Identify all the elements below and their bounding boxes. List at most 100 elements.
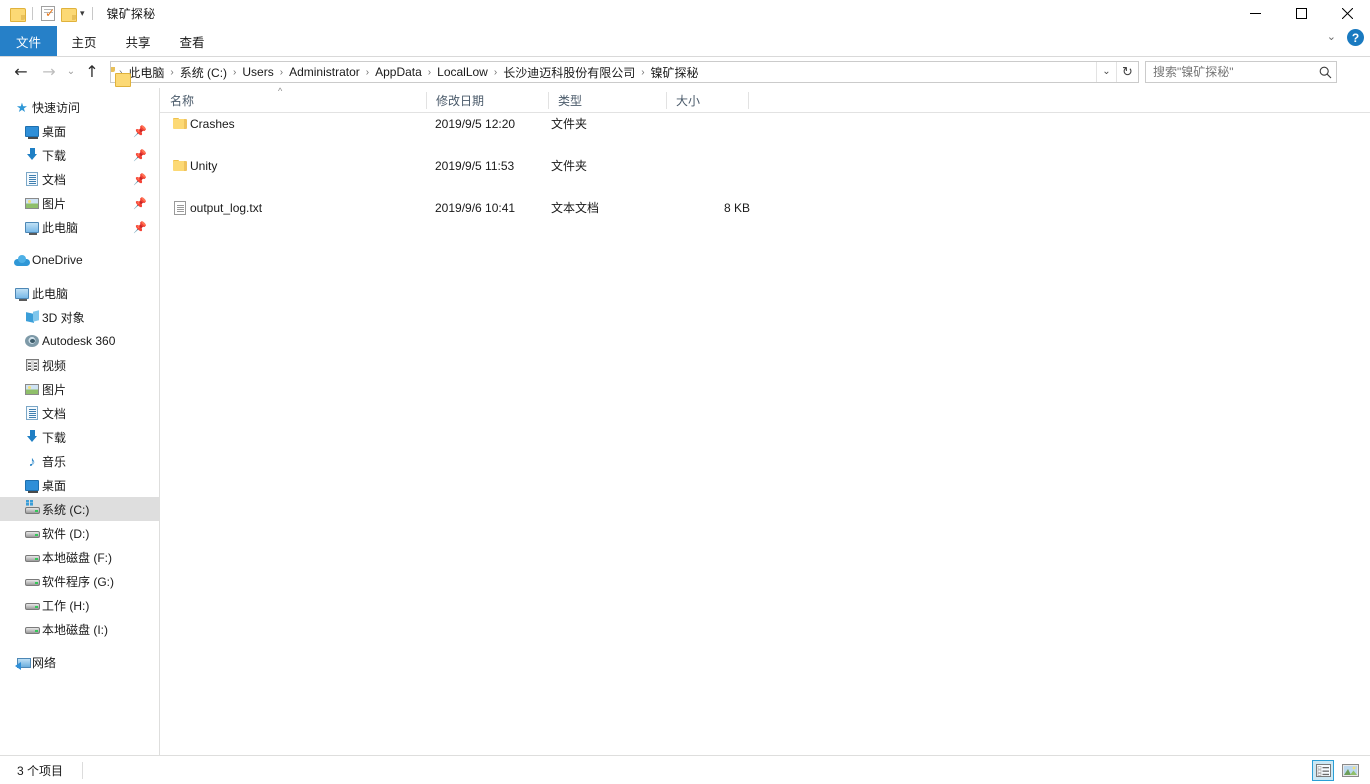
tab-view[interactable]: 查看: [165, 26, 219, 56]
sidebar-group-label: 此电脑: [32, 286, 69, 301]
forward-button[interactable]: →: [35, 58, 63, 86]
explorer-body: ★ 快速访问 桌面 📌 下载 📌 文档 📌 图片 📌 此电脑 📌 OneDriv…: [0, 87, 1370, 755]
chevron-down-icon[interactable]: ▾: [78, 8, 87, 18]
breadcrumb: › 此电脑 › 系统 (C:) › Users › Administrator …: [118, 64, 1096, 81]
navigation-pane[interactable]: ★ 快速访问 桌面 📌 下载 📌 文档 📌 图片 📌 此电脑 📌 OneDriv…: [0, 88, 160, 755]
folder-icon[interactable]: [7, 3, 27, 23]
search-box[interactable]: [1145, 61, 1337, 83]
breadcrumb-item-5[interactable]: LocalLow: [432, 65, 493, 79]
file-rows: Crashes 2019/9/5 12:20 文件夹 Unity 2019/9/…: [160, 113, 1370, 215]
sidebar-item-downloads-pc[interactable]: 下载: [0, 425, 159, 449]
tab-share[interactable]: 共享: [111, 26, 165, 56]
sidebar-item-drive-h[interactable]: 工作 (H:): [0, 593, 159, 617]
new-folder-icon[interactable]: [58, 3, 78, 23]
sidebar-item-pictures-pc[interactable]: 图片: [0, 377, 159, 401]
drive-icon: [22, 624, 42, 634]
pin-icon[interactable]: 📌: [133, 149, 155, 162]
sidebar-item-music[interactable]: ♪ 音乐: [0, 449, 159, 473]
details-view-button[interactable]: [1312, 760, 1334, 781]
file-name-label: Crashes: [190, 116, 235, 131]
column-header-date-modified[interactable]: 修改日期: [426, 88, 548, 112]
sidebar-item-pictures[interactable]: 图片 📌: [0, 191, 159, 215]
chevron-down-icon[interactable]: ⌄: [1096, 62, 1116, 82]
drive-icon: [22, 600, 42, 610]
window-controls: [1232, 0, 1370, 26]
column-header-type[interactable]: 类型: [548, 88, 666, 112]
properties-icon[interactable]: [38, 3, 58, 23]
back-button[interactable]: ←: [7, 58, 35, 86]
pin-icon[interactable]: 📌: [133, 173, 155, 186]
pin-icon[interactable]: 📌: [133, 197, 155, 210]
file-name-cell[interactable]: output_log.txt: [170, 197, 262, 218]
file-list-pane[interactable]: 名称 ^ 修改日期 类型 大小 Crashes 2019/9/5 12:20 文…: [160, 87, 1370, 755]
sidebar-item-drive-d[interactable]: 软件 (D:): [0, 521, 159, 545]
address-bar[interactable]: › 此电脑 › 系统 (C:) › Users › Administrator …: [110, 61, 1139, 83]
pin-icon[interactable]: 📌: [133, 221, 155, 234]
sidebar-item-this-pc-qa[interactable]: 此电脑 📌: [0, 215, 159, 239]
sidebar-item-downloads[interactable]: 下载 📌: [0, 143, 159, 167]
maximize-button[interactable]: [1278, 0, 1324, 26]
sidebar-item-label: 视频: [42, 358, 67, 373]
network-icon: [12, 656, 32, 670]
breadcrumb-item-3[interactable]: Administrator: [284, 65, 365, 79]
sidebar-item-autodesk-360[interactable]: Autodesk 360: [0, 329, 159, 353]
sidebar-item-label: 桌面: [42, 124, 67, 139]
sidebar-item-drive-g[interactable]: 软件程序 (G:): [0, 569, 159, 593]
large-icons-view-button[interactable]: [1339, 760, 1361, 781]
search-icon[interactable]: [1314, 66, 1336, 79]
ribbon-right-controls: ⌄ ?: [1327, 29, 1364, 46]
sidebar-group-quick-access[interactable]: ★ 快速访问: [0, 95, 159, 119]
breadcrumb-item-1[interactable]: 系统 (C:): [175, 64, 232, 81]
sidebar-item-3d-objects[interactable]: 3D 对象: [0, 305, 159, 329]
tab-home[interactable]: 主页: [57, 26, 111, 56]
column-divider-4[interactable]: [748, 92, 749, 109]
search-input[interactable]: [1146, 62, 1314, 82]
tab-file[interactable]: 文件: [0, 26, 58, 56]
breadcrumb-item-2[interactable]: Users: [237, 65, 278, 79]
sidebar-item-desktop[interactable]: 桌面 📌: [0, 119, 159, 143]
sidebar-item-documents[interactable]: 文档 📌: [0, 167, 159, 191]
column-header-size[interactable]: 大小: [666, 88, 748, 112]
sidebar-group-onedrive[interactable]: OneDrive: [0, 248, 159, 272]
sidebar-item-drive-f[interactable]: 本地磁盘 (F:): [0, 545, 159, 569]
sidebar-item-videos[interactable]: 视频: [0, 353, 159, 377]
help-icon[interactable]: ?: [1347, 29, 1364, 46]
documents-icon: [22, 172, 42, 186]
sidebar-item-label: 下载: [42, 148, 67, 163]
download-icon: [22, 430, 42, 444]
breadcrumb-item-4[interactable]: AppData: [370, 65, 427, 79]
sidebar-item-label: 本地磁盘 (F:): [42, 550, 112, 565]
file-type-cell: 文本文档: [551, 201, 600, 215]
breadcrumb-item-7[interactable]: 镍矿探秘: [646, 64, 704, 81]
title-bar: ▾ 镍矿探秘: [0, 0, 1370, 26]
breadcrumb-item-6[interactable]: 长沙迪迈科股份有限公司: [498, 64, 640, 81]
sidebar-item-label: 文档: [42, 172, 67, 187]
column-header-name[interactable]: 名称 ^: [160, 87, 426, 112]
sidebar-item-label: 图片: [42, 196, 67, 211]
3d-objects-icon: [22, 311, 42, 324]
pin-icon[interactable]: 📌: [133, 125, 155, 138]
chevron-down-icon[interactable]: ⌄: [1327, 32, 1336, 43]
file-name-cell[interactable]: Unity: [170, 155, 217, 176]
sidebar-item-system-c[interactable]: 系统 (C:): [0, 497, 159, 521]
up-button[interactable]: ↑: [79, 58, 105, 86]
table-row[interactable]: Crashes 2019/9/5 12:20 文件夹: [160, 113, 1370, 134]
address-bar-controls: ⌄ ↻: [1096, 62, 1138, 82]
sidebar-item-drive-i[interactable]: 本地磁盘 (I:): [0, 617, 159, 641]
sidebar-group-network[interactable]: 网络: [0, 650, 159, 674]
file-name-cell[interactable]: Crashes: [170, 113, 235, 134]
minimize-button[interactable]: [1232, 0, 1278, 26]
sidebar-item-desktop-pc[interactable]: 桌面: [0, 473, 159, 497]
qat-divider-2: [91, 6, 93, 20]
quick-access-toolbar: ▾: [0, 0, 98, 26]
recent-locations-icon[interactable]: ⌄: [63, 58, 79, 86]
sidebar-group-this-pc[interactable]: 此电脑: [0, 281, 159, 305]
table-row[interactable]: output_log.txt 2019/9/6 10:41 文本文档 8 KB: [160, 197, 1370, 218]
table-row[interactable]: Unity 2019/9/5 11:53 文件夹: [160, 155, 1370, 176]
refresh-icon[interactable]: ↻: [1116, 62, 1138, 82]
close-button[interactable]: [1324, 0, 1370, 26]
file-size-cell: [670, 155, 750, 176]
sidebar-item-documents-pc[interactable]: 文档: [0, 401, 159, 425]
